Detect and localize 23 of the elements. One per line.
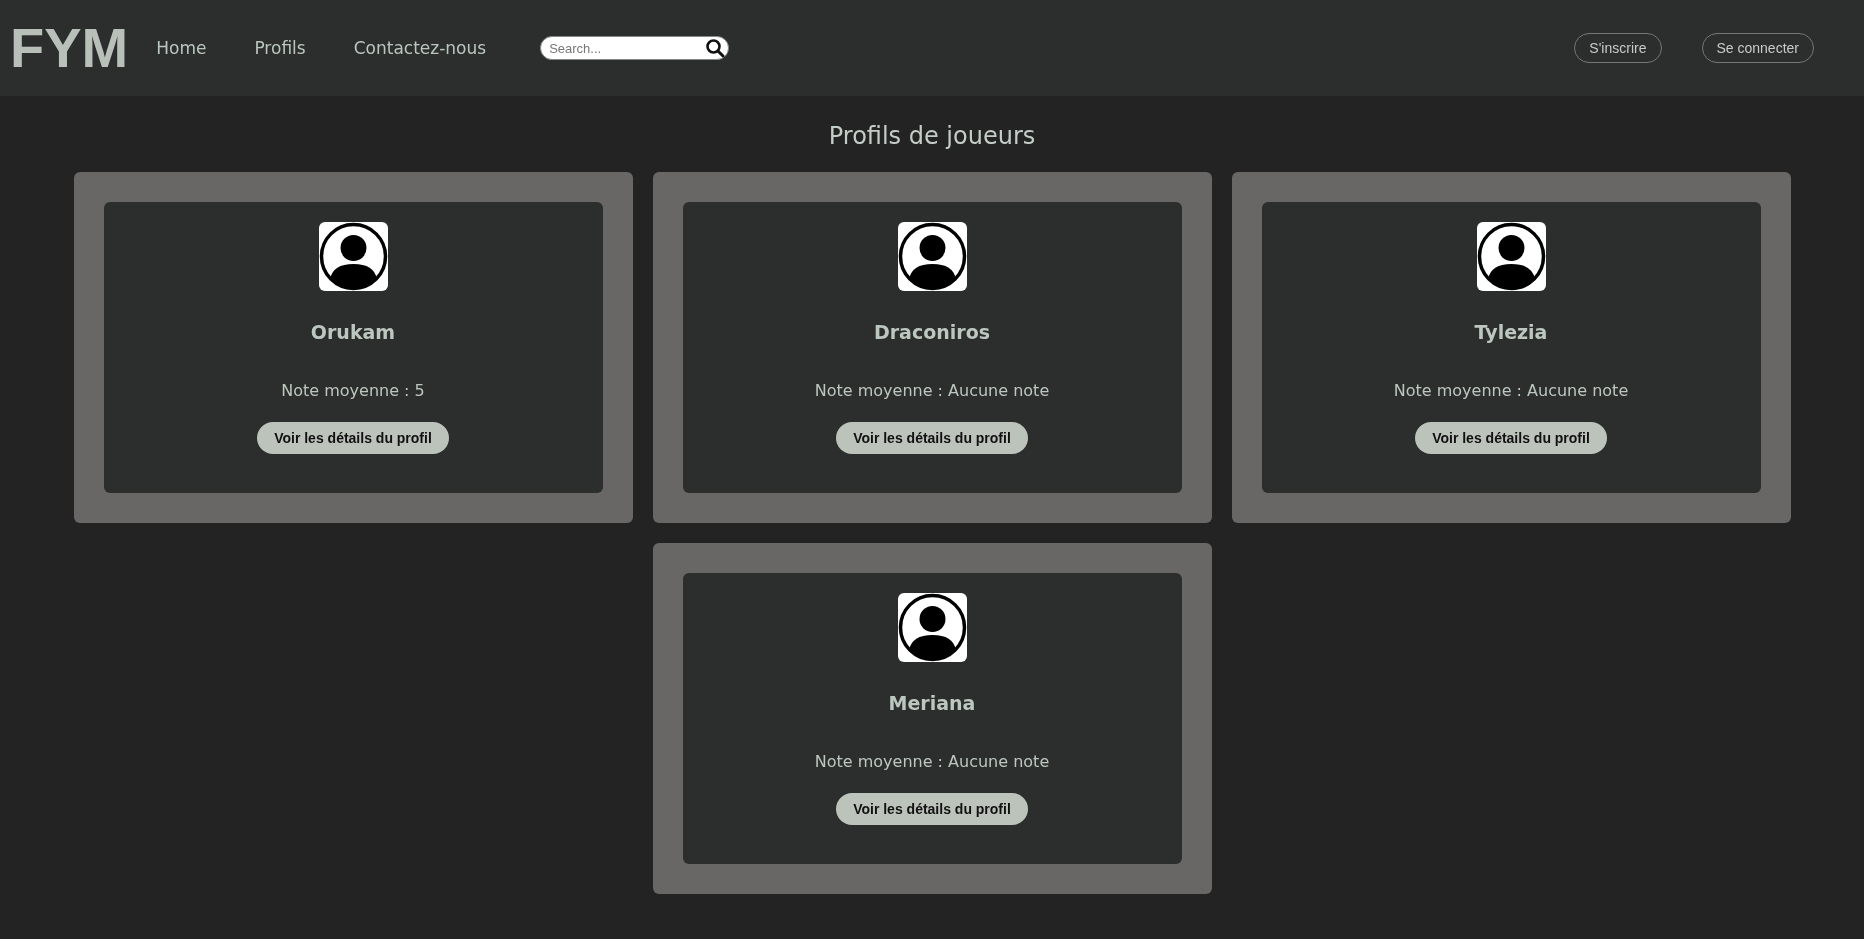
- player-name: Draconiros: [873, 321, 991, 343]
- average-rating: Note moyenne : Aucune note: [814, 752, 1050, 771]
- player-name: Tylezia: [1474, 321, 1548, 343]
- search-field[interactable]: Search...: [540, 36, 730, 60]
- nav-link[interactable]: Profils: [254, 38, 306, 58]
- avatar-icon: [897, 222, 967, 291]
- profile-details-button[interactable]: Voir les détails du profil: [257, 422, 449, 454]
- player-name: Orukam: [310, 321, 396, 343]
- avatar-icon: [897, 593, 967, 662]
- average-rating: Note moyenne : 5: [281, 381, 425, 400]
- logo[interactable]: FYM: [10, 15, 129, 81]
- search-icon[interactable]: [705, 38, 726, 58]
- player-name: Meriana: [888, 692, 976, 714]
- nav-link[interactable]: Home: [156, 38, 207, 58]
- avatar-icon: [1476, 222, 1546, 291]
- nav-link[interactable]: Contactez-nous: [353, 38, 487, 58]
- profile-details-button[interactable]: Voir les détails du profil: [836, 793, 1028, 825]
- page-title: Profils de joueurs: [828, 122, 1036, 150]
- average-rating: Note moyenne : Aucune note: [814, 381, 1050, 400]
- avatar-icon: [318, 222, 388, 291]
- profile-details-button[interactable]: Voir les détails du profil: [1415, 422, 1607, 454]
- profile-details-button[interactable]: Voir les détails du profil: [836, 422, 1028, 454]
- average-rating: Note moyenne : Aucune note: [1393, 381, 1629, 400]
